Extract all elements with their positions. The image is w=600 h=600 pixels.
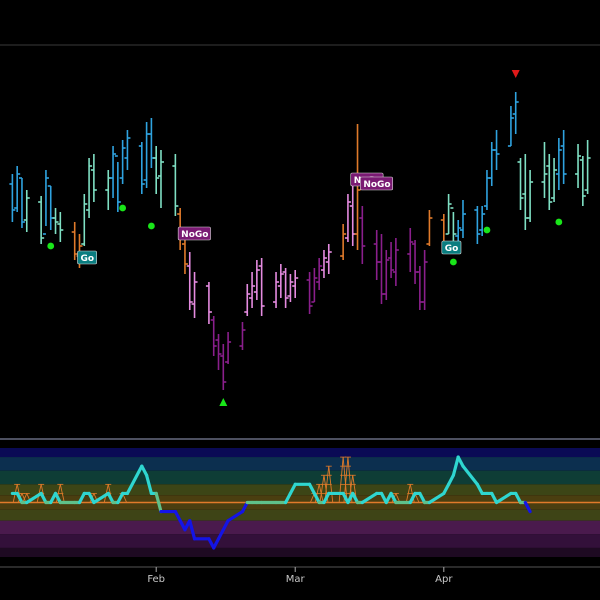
x-tick-label: Mar <box>286 574 306 585</box>
go-dot <box>47 242 55 250</box>
oscillator-zone <box>0 448 600 458</box>
oscillator-zone <box>0 457 600 471</box>
x-tick-label: Apr <box>435 574 453 585</box>
go-dot <box>119 204 127 212</box>
signal-label: NoGo <box>177 226 211 241</box>
signal-label-text: Go <box>445 244 459 254</box>
oscillator-zone <box>0 547 600 557</box>
go-dot <box>555 218 563 226</box>
oscillator-zone <box>0 520 600 535</box>
oscillator-panel[interactable] <box>0 448 600 557</box>
go-nogo-chart: GoNoGoNoGoNoGoGo FebMarApr <box>0 0 600 600</box>
signal-label: Go <box>77 250 97 265</box>
x-tick-label: Feb <box>147 574 165 585</box>
go-dot <box>483 226 491 234</box>
signal-label: NoGo <box>360 176 394 191</box>
signal-label-text: NoGo <box>363 180 390 190</box>
oscillator-zone <box>0 534 600 548</box>
go-dot <box>147 222 155 230</box>
oscillator-zone <box>0 470 600 485</box>
signal-label: Go <box>441 240 462 255</box>
signal-label-text: NoGo <box>181 230 208 240</box>
go-dot <box>449 258 457 266</box>
signal-label-text: Go <box>80 254 94 264</box>
oscillator-zone <box>0 509 600 521</box>
